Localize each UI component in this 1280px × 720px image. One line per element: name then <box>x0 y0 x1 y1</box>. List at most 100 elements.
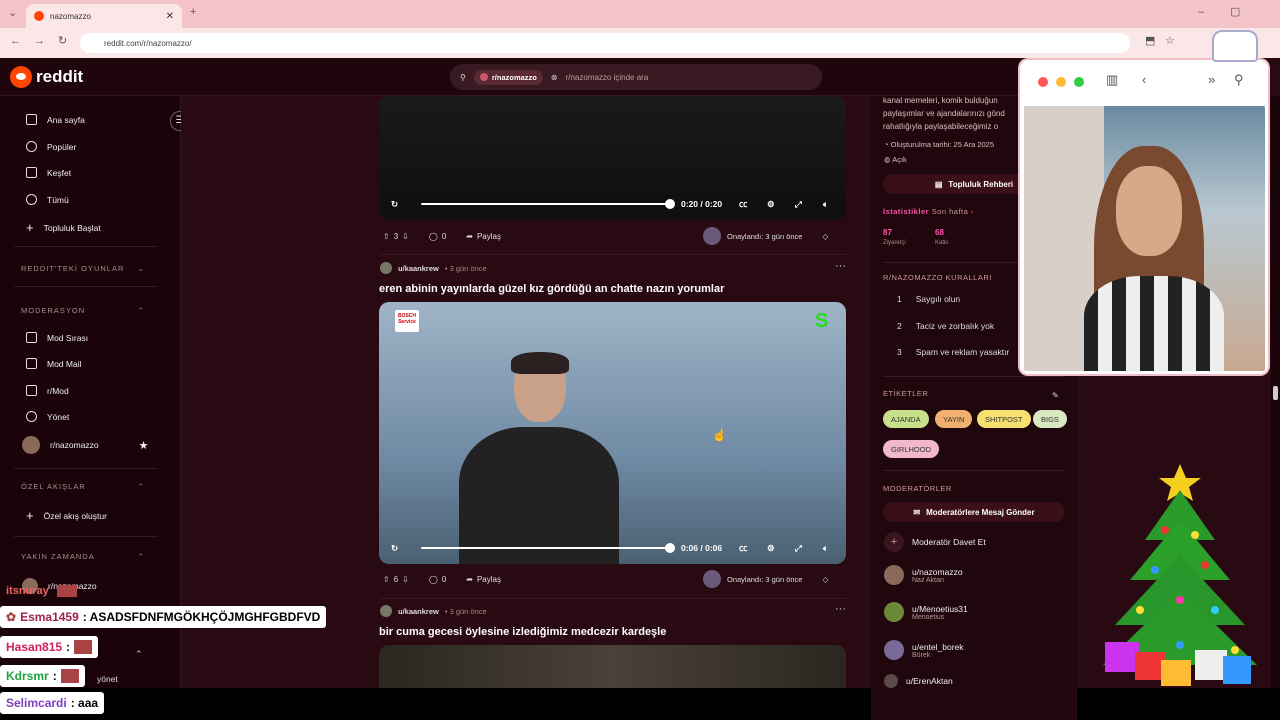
rule-item[interactable]: 2 Taciz ve zorbalık yok <box>897 321 994 331</box>
clear-chip-icon[interactable]: ⊗ <box>551 73 558 82</box>
sidebar-item-all[interactable]: Tümü <box>26 194 69 205</box>
replay-icon[interactable]: ↻ <box>391 543 398 554</box>
reload-icon[interactable]: ↻ <box>58 36 67 47</box>
chevron-up-icon[interactable]: ⌃ <box>135 649 143 660</box>
more-options-icon[interactable]: ··· <box>835 603 846 615</box>
sidebar-item-subreddit[interactable]: r/nazomazzo ★ <box>22 436 149 454</box>
tag-chip[interactable]: BIGS <box>1033 410 1067 428</box>
moderator-item[interactable]: u/Menoetius31 Menoetius <box>884 602 968 622</box>
rule-item[interactable]: 1 Saygılı olun <box>897 294 960 304</box>
video-player[interactable]: ↻ 0:20 / 0:20 ㏄ ⚙ ⤢ 🔈︎ <box>379 96 846 220</box>
install-icon[interactable]: ⬒ <box>1145 36 1155 47</box>
section-custom-feeds[interactable]: ÖZEL AKIŞLAR ⌃ <box>21 482 145 491</box>
rule-item[interactable]: 3 Spam ve reklam yasaktır <box>897 347 1009 357</box>
close-tab-icon[interactable]: ✕ <box>166 11 174 22</box>
shield-icon: ◇ <box>822 574 829 584</box>
fullscreen-icon[interactable]: ⤢ <box>795 543 802 554</box>
fullscreen-icon[interactable]: ⤢ <box>795 199 802 210</box>
url-field[interactable]: reddit.com/r/nazomazzo/ <box>80 33 1130 53</box>
sidebar-item-home[interactable]: Ana sayfa <box>26 114 85 125</box>
chat-badge-icon: ✿ <box>6 610 17 624</box>
invite-moderator[interactable]: + Moderatör Davet Et <box>884 532 986 552</box>
minimize-icon[interactable]: – <box>1198 7 1204 18</box>
replay-icon[interactable]: ↻ <box>391 199 398 210</box>
progress-handle[interactable] <box>665 543 675 553</box>
captions-icon[interactable]: ㏄ <box>739 542 748 554</box>
upvote-icon[interactable]: ⇧ <box>383 575 390 584</box>
volume-icon[interactable]: 🔈︎ <box>823 543 828 554</box>
post-title[interactable]: bir cuma gecesi öylesine izlediğimiz med… <box>379 626 666 638</box>
sidebar-toggle-icon[interactable]: ▥ <box>1106 72 1118 88</box>
volume-icon[interactable]: 🔈︎ <box>823 199 828 210</box>
tab-list-icon[interactable]: ⌄ <box>8 8 17 19</box>
sidebar-item-create-feed[interactable]: + Özel akış oluştur <box>26 508 107 523</box>
progress-bar[interactable] <box>421 547 671 549</box>
share-button[interactable]: ➦ Paylaş <box>466 575 501 584</box>
moderator-item[interactable]: u/nazomazzo Naz Aktan <box>884 565 963 585</box>
post-author[interactable]: u/kaankrew <box>398 607 439 616</box>
scrollbar[interactable] <box>1271 96 1280 688</box>
message-mods-button[interactable]: ✉ Moderatörlere Mesaj Gönder <box>883 502 1065 522</box>
sidebar-item-popular[interactable]: Popüler <box>26 141 76 152</box>
video-player[interactable]: BOSCH Service S ↻ 0:06 / 0:06 ㏄ ⚙ ⤢ 🔈︎ <box>379 302 846 564</box>
downvote-icon[interactable]: ⇩ <box>402 575 409 584</box>
post-title[interactable]: eren abinin yayınlarda güzel kız gördüğü… <box>379 283 724 295</box>
mod-icon <box>26 385 37 396</box>
tag-chip[interactable]: YAYIN <box>935 410 973 428</box>
forward-icon[interactable]: → <box>34 36 45 47</box>
browser-tab[interactable]: nazomazzo ✕ <box>26 4 182 28</box>
user-avatar[interactable] <box>380 262 392 274</box>
downvote-icon[interactable]: ⇩ <box>402 232 409 241</box>
close-window-icon[interactable] <box>1038 77 1048 87</box>
moderator-item[interactable]: u/ErenAktan <box>884 674 953 688</box>
sidebar-item-create-community[interactable]: + Topluluk Başlat <box>26 220 101 235</box>
section-moderation[interactable]: MODERASYON ⌃ <box>21 306 145 315</box>
post-author[interactable]: u/kaankrew <box>398 264 439 273</box>
edit-pencil-icon[interactable]: ✎ <box>1052 391 1059 400</box>
moderator-item[interactable]: u/entel_borek Börek <box>884 640 964 660</box>
comments-button[interactable]: ◯ 0 <box>429 232 446 241</box>
moderators-header: MODERATÖRLER <box>883 484 952 493</box>
search-bar[interactable]: ⚲ r/nazomazzo ⊗ r/nazomazzo içinde ara <box>450 64 822 90</box>
sidebar-item-explore[interactable]: Keşfet <box>26 167 71 178</box>
reddit-logo[interactable]: reddit <box>10 66 83 88</box>
contributions-label: Katkı <box>935 240 949 246</box>
user-avatar[interactable] <box>380 605 392 617</box>
forward-icon[interactable]: » <box>1208 72 1215 87</box>
comments-button[interactable]: ◯ 0 <box>429 575 446 584</box>
upvote-icon[interactable]: ⇧ <box>383 232 390 241</box>
chat-message: Kdrsmr: <box>0 665 85 687</box>
section-recent[interactable]: YAKIN ZAMANDA ⌃ <box>21 552 145 561</box>
video-player[interactable] <box>379 645 846 688</box>
stats-header[interactable]: İstatistikler Son hafta › <box>883 207 974 216</box>
maximize-window-icon[interactable] <box>1074 77 1084 87</box>
maximize-icon[interactable]: ▢ <box>1230 7 1240 18</box>
new-tab-icon[interactable]: + <box>190 7 196 18</box>
explore-icon <box>26 167 37 178</box>
section-games[interactable]: REDDIT'TEKİ OYUNLAR ⌄ <box>21 264 145 273</box>
back-icon[interactable]: ‹ <box>1142 72 1146 87</box>
progress-handle[interactable] <box>665 199 675 209</box>
progress-bar[interactable] <box>421 203 671 205</box>
gear-icon[interactable]: ⚙ <box>767 543 775 554</box>
tag-chip[interactable]: AJANDA <box>883 410 929 428</box>
gear-icon[interactable]: ⚙ <box>767 199 775 210</box>
captions-icon[interactable]: ㏄ <box>739 198 748 210</box>
search-input[interactable]: r/nazomazzo içinde ara <box>566 73 649 82</box>
bookmark-star-icon[interactable]: ☆ <box>1165 36 1175 47</box>
tag-chip[interactable]: GIRLHOOD <box>883 440 940 458</box>
sidebar-item-manage[interactable]: Yönet <box>26 411 69 422</box>
person-face <box>1116 166 1182 256</box>
more-options-icon[interactable]: ··· <box>835 260 846 272</box>
back-icon[interactable]: ← <box>10 36 21 47</box>
sidebar-item-r-mod[interactable]: r/Mod <box>26 385 69 396</box>
minimize-window-icon[interactable] <box>1056 77 1066 87</box>
sidebar-item-mod-queue[interactable]: Mod Sırası <box>26 332 88 343</box>
favorite-star-icon[interactable]: ★ <box>139 439 149 452</box>
share-button[interactable]: ➦ Paylaş <box>466 232 501 241</box>
sidebar-item-mod-mail[interactable]: Mod Mail <box>26 358 81 369</box>
tag-chip[interactable]: SHITPOST <box>977 410 1031 428</box>
sidebar-item-manage-partial[interactable]: yönet <box>97 674 118 684</box>
search-icon[interactable]: ⚲ <box>1234 72 1244 88</box>
search-scope-chip[interactable]: r/nazomazzo <box>473 69 543 85</box>
